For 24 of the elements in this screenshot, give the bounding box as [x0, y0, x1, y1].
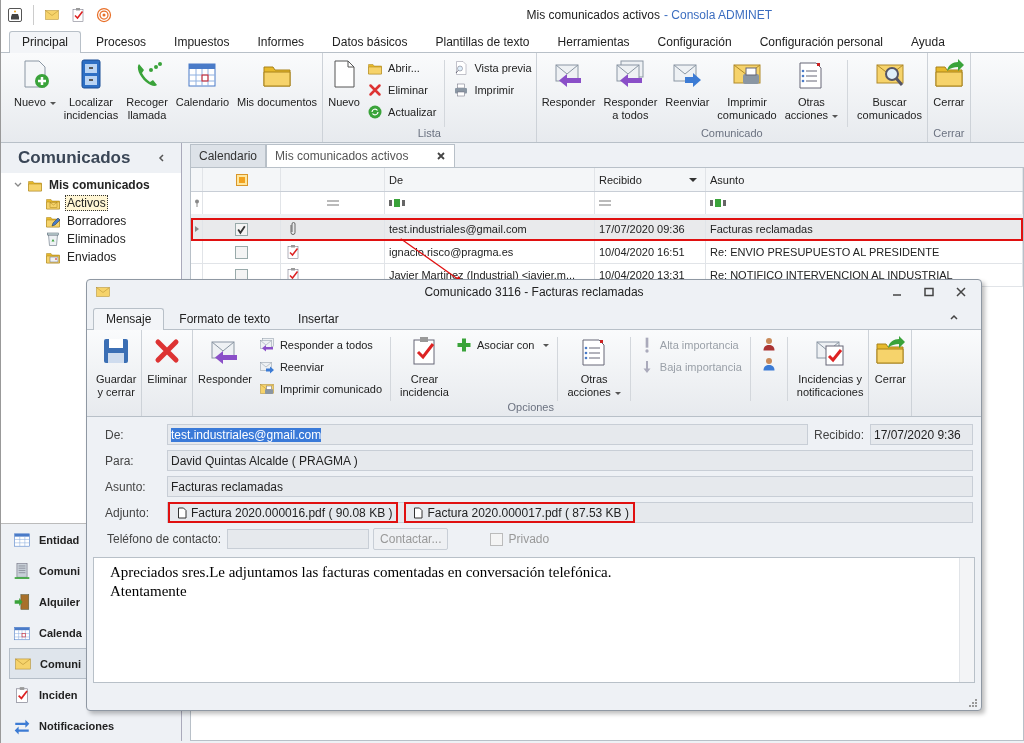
message-paragraph: Apreciados sres.Le adjuntamos las facturas comentadas en conversación telefónica.: [110, 564, 613, 581]
table-cell: Re: ENVIO PRESUPUESTO AL PRESIDENTE: [710, 246, 940, 258]
dialog-title: Comunicado 3116 - Facturas reclamadas: [424, 285, 644, 299]
group-label: Lista: [417, 127, 441, 139]
field-label: Teléfono de contacto:: [107, 532, 222, 546]
checkbox-label: Privado: [508, 532, 550, 546]
field-label: De:: [104, 427, 125, 442]
message-paragraph: Atentamente: [110, 583, 188, 600]
table-cell: Facturas reclamadas: [710, 223, 813, 235]
table-cell: 10/04/2020 13:31: [599, 269, 685, 281]
table-cell: 17/07/2020 09:36: [599, 223, 685, 235]
group-label: Comunicado: [700, 127, 763, 139]
group-label: Cerrar: [933, 127, 965, 139]
table-cell: Re: NOTIFICO INTERVENCION AL INDUSTRIAL: [710, 269, 953, 281]
table-cell: test.industriales@gmail.com: [389, 223, 527, 235]
field-label: Recibido:: [813, 427, 864, 442]
field-label: Para:: [104, 453, 135, 468]
field-label: Asunto:: [104, 479, 147, 494]
table-cell: 10/04/2020 16:51: [599, 246, 685, 258]
app-name: - Consola ADMINET: [663, 8, 772, 22]
group-label: Opciones: [507, 401, 554, 413]
field-label: Adjunto:: [104, 505, 151, 520]
window-title: Mis comunicados activos: [526, 8, 660, 22]
pane-title: Comunicados: [18, 148, 131, 168]
